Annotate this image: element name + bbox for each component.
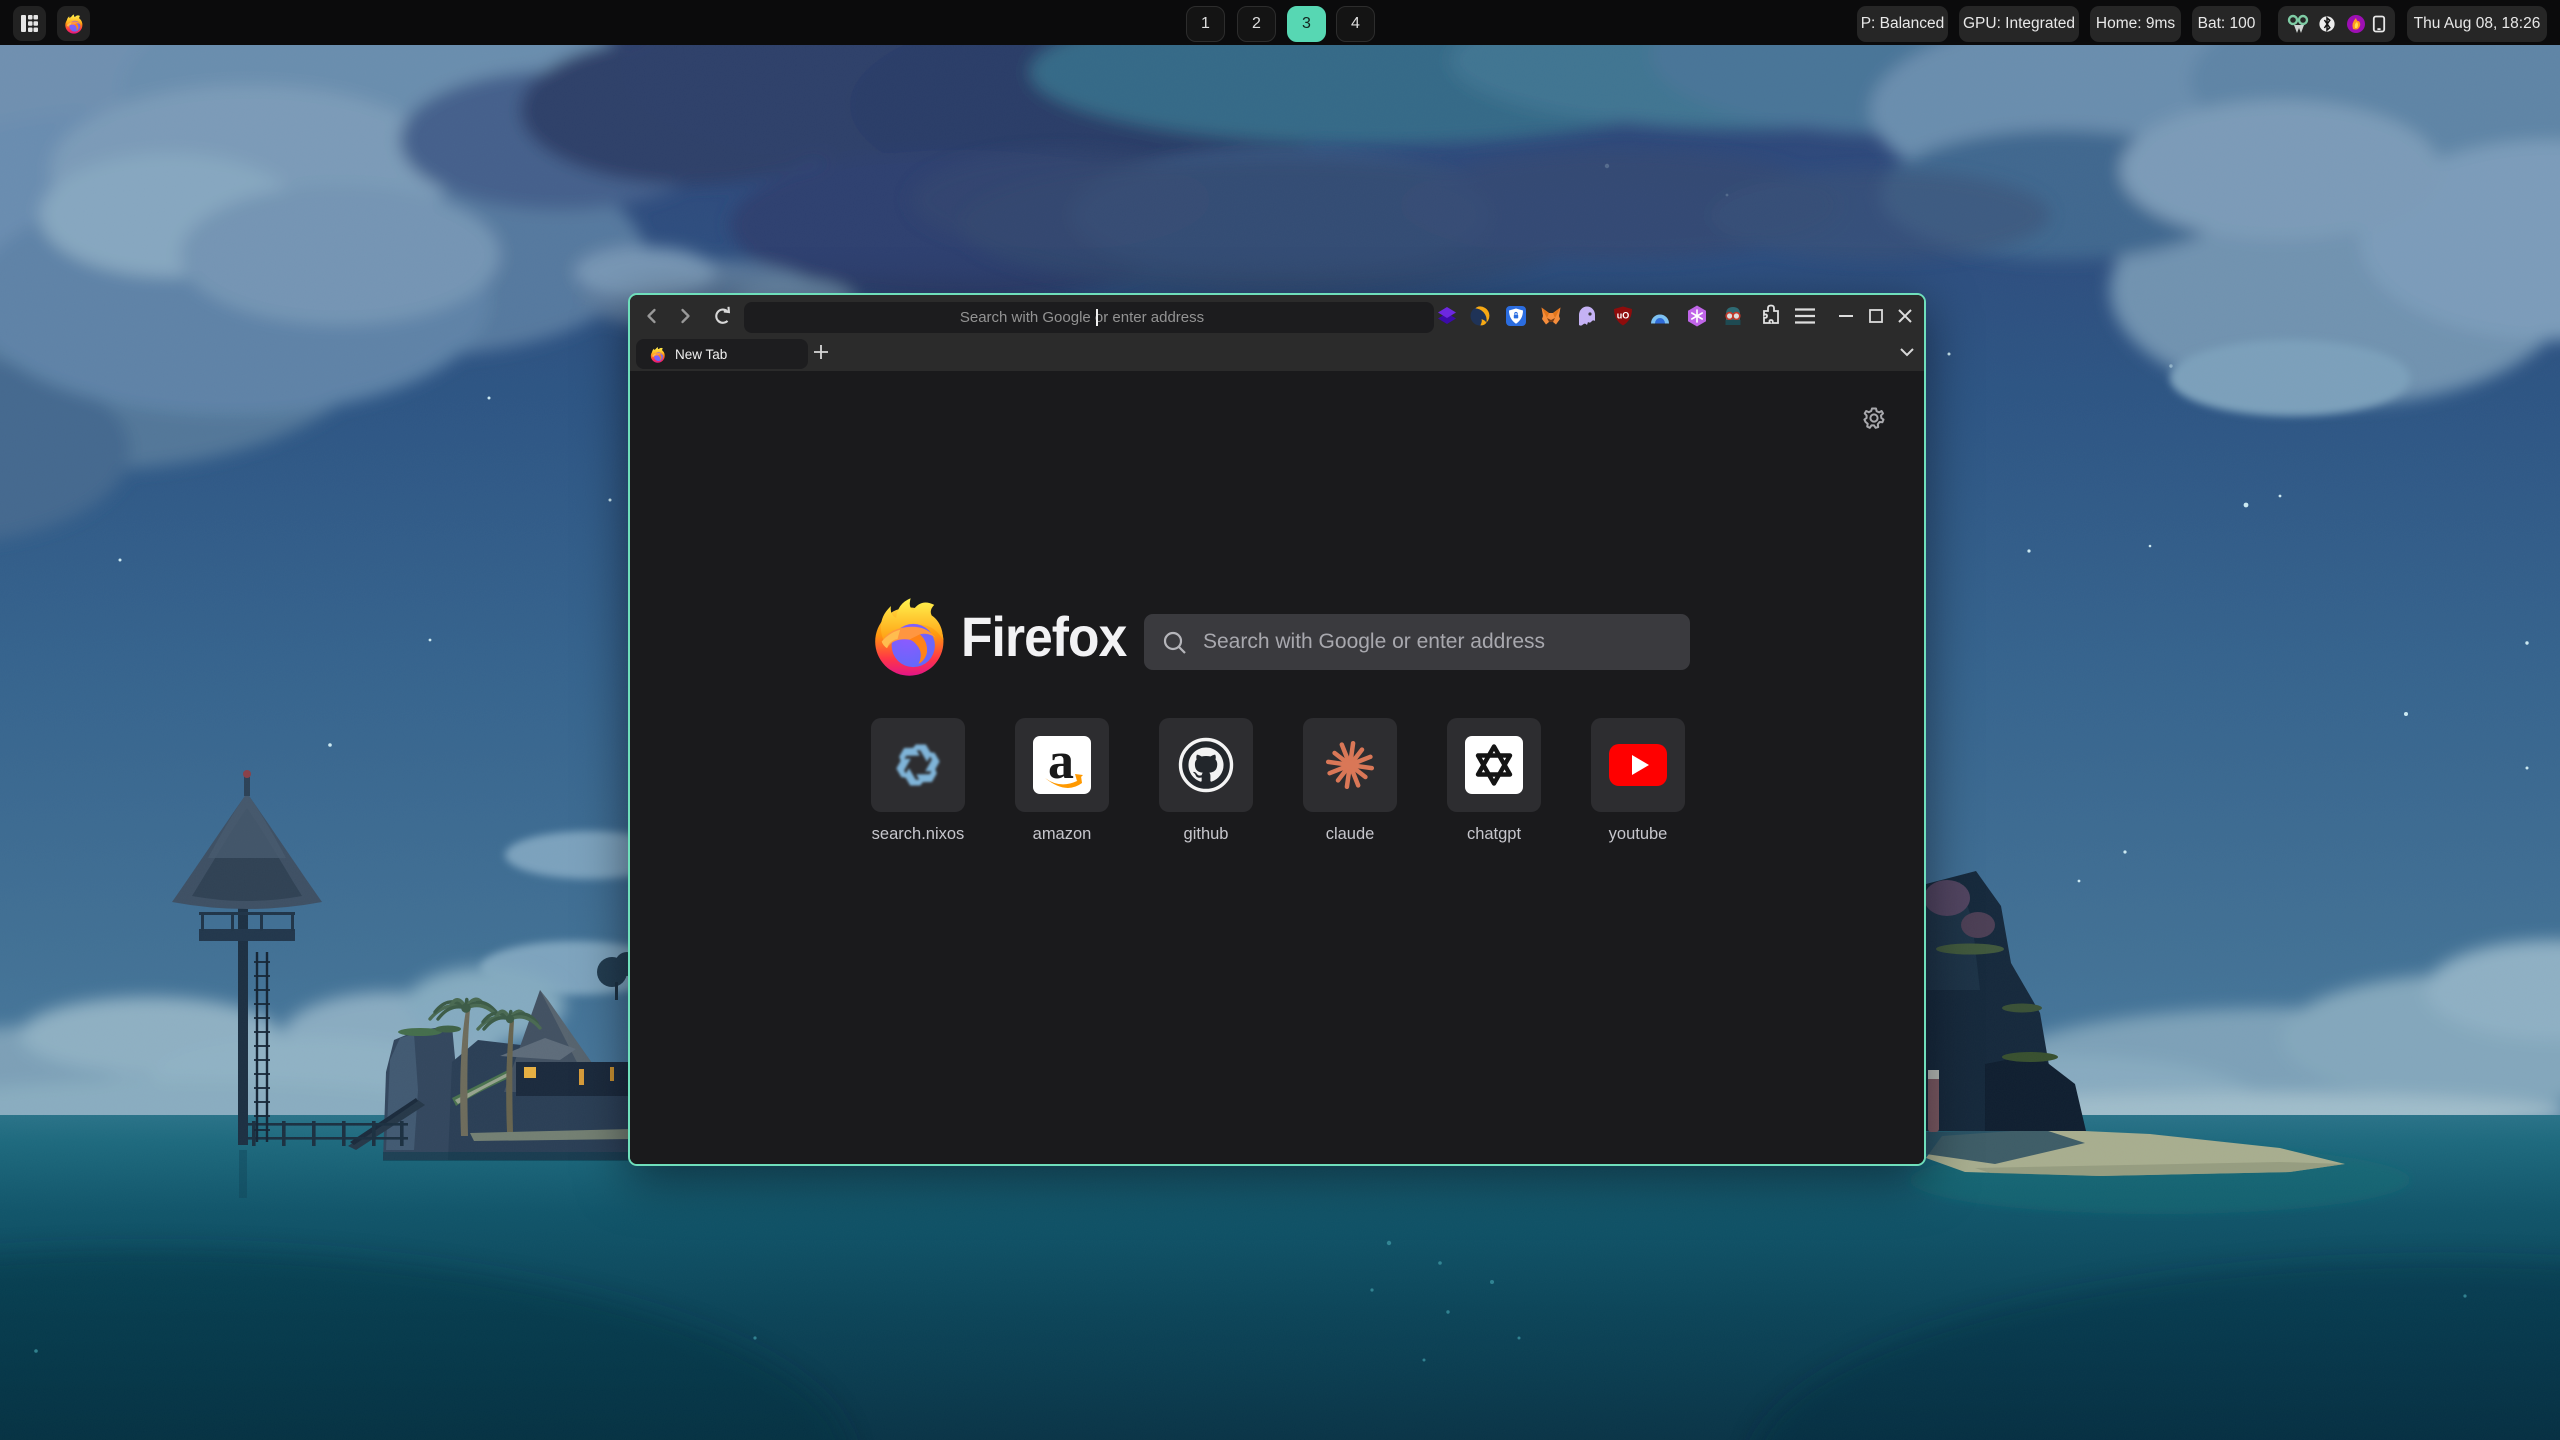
svg-text:uO: uO: [1617, 311, 1630, 321]
svg-text:a: a: [1048, 733, 1074, 790]
